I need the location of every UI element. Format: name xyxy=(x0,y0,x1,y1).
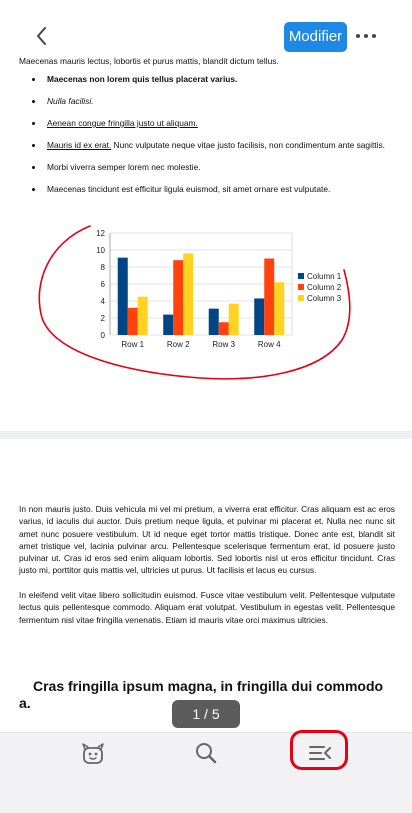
annotation-circle xyxy=(38,225,351,380)
bullet-list: Maecenas non lorem quis tellus placerat … xyxy=(19,74,397,206)
paragraph-1: In non mauris justo. Duis vehicula mi ve… xyxy=(19,504,395,576)
more-horizontal-icon[interactable] xyxy=(352,26,380,46)
modify-button[interactable]: Modifier xyxy=(284,22,347,52)
list-item: Maecenas tincidunt est efficitur ligula … xyxy=(19,184,397,195)
list-item: Aenean congue fringilla justo ut aliquam… xyxy=(19,118,397,129)
page-indicator: 1 / 5 xyxy=(172,700,240,728)
chevron-left-icon[interactable] xyxy=(30,22,54,50)
list-item: Nulla facilisi. xyxy=(19,96,397,107)
paragraph-top: Maecenas mauris lectus, lobortis et puru… xyxy=(19,56,279,66)
list-item: Mauris id ex erat. Nunc vulputate neque … xyxy=(19,140,397,151)
list-item: Maecenas non lorem quis tellus placerat … xyxy=(19,74,397,85)
page-separator xyxy=(0,431,412,439)
robot-face-icon[interactable] xyxy=(79,739,107,767)
search-icon[interactable] xyxy=(192,739,220,767)
top-app-bar: Modifier xyxy=(0,0,412,56)
annotation-highlight xyxy=(290,730,348,770)
bottom-toolbar xyxy=(0,732,412,813)
list-item: Morbi viverra semper lorem nec molestie. xyxy=(19,162,397,173)
paragraph-2: In eleifend velit vitae libero sollicitu… xyxy=(19,590,395,625)
bullet-link[interactable]: Mauris id ex erat. xyxy=(47,140,111,150)
